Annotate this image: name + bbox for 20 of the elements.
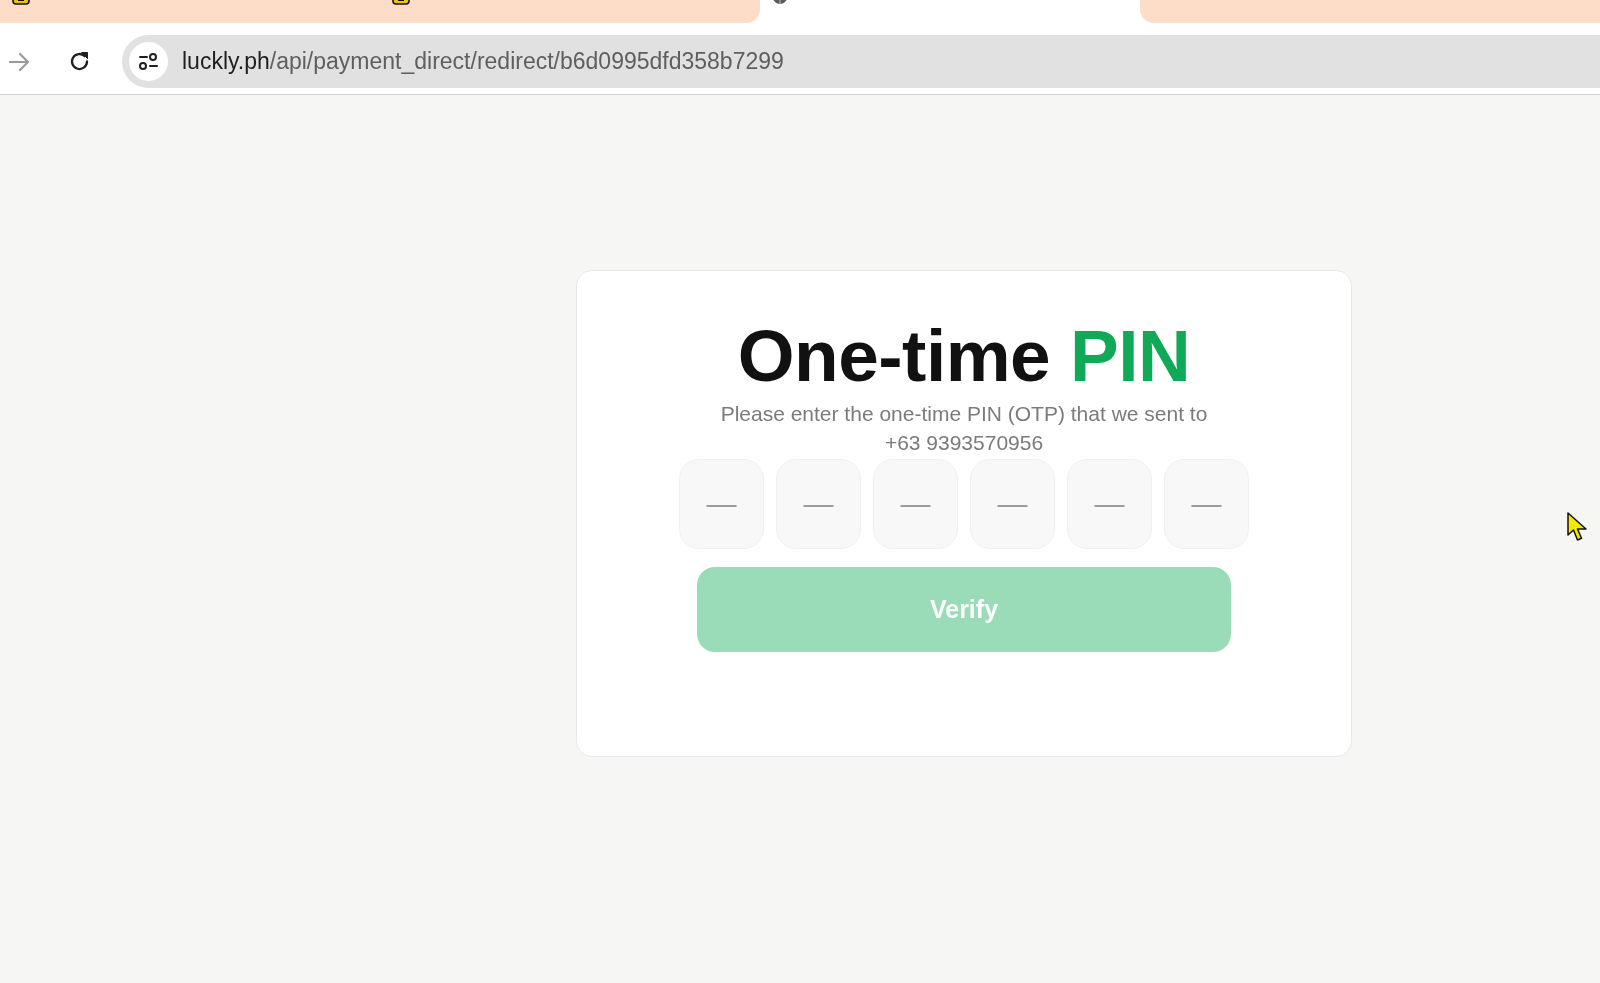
pin-input[interactable]: — <box>873 459 958 549</box>
pin-input[interactable]: — <box>1164 459 1249 549</box>
pin-input[interactable]: — <box>970 459 1055 549</box>
browser-tab[interactable] <box>380 0 760 23</box>
sliders-icon[interactable] <box>129 42 168 81</box>
instruction-text: Please enter the one-time PIN (OTP) that we sent to <box>720 401 1208 427</box>
pin-input[interactable]: — <box>679 459 764 549</box>
favicon-icon <box>12 0 30 5</box>
favicon-icon <box>392 0 410 5</box>
address-bar[interactable]: luckly.ph/api/payment_direct/redirect/b6d0995dfd358b7299 <box>122 35 1600 88</box>
pin-input[interactable]: — <box>776 459 861 549</box>
reload-icon[interactable] <box>69 51 90 72</box>
url-text: luckly.ph/api/payment_direct/redirect/b6d0995dfd358b7299 <box>182 48 784 75</box>
browser-tab[interactable] <box>1140 0 1600 23</box>
globe-icon <box>772 0 788 5</box>
page-title: One-time PIN <box>737 314 1191 398</box>
browser-tab[interactable] <box>0 0 380 23</box>
pin-input[interactable]: — <box>1067 459 1152 549</box>
mouse-pointer-icon <box>1567 512 1588 542</box>
phone-number: +63 9393570956 <box>884 430 1044 456</box>
